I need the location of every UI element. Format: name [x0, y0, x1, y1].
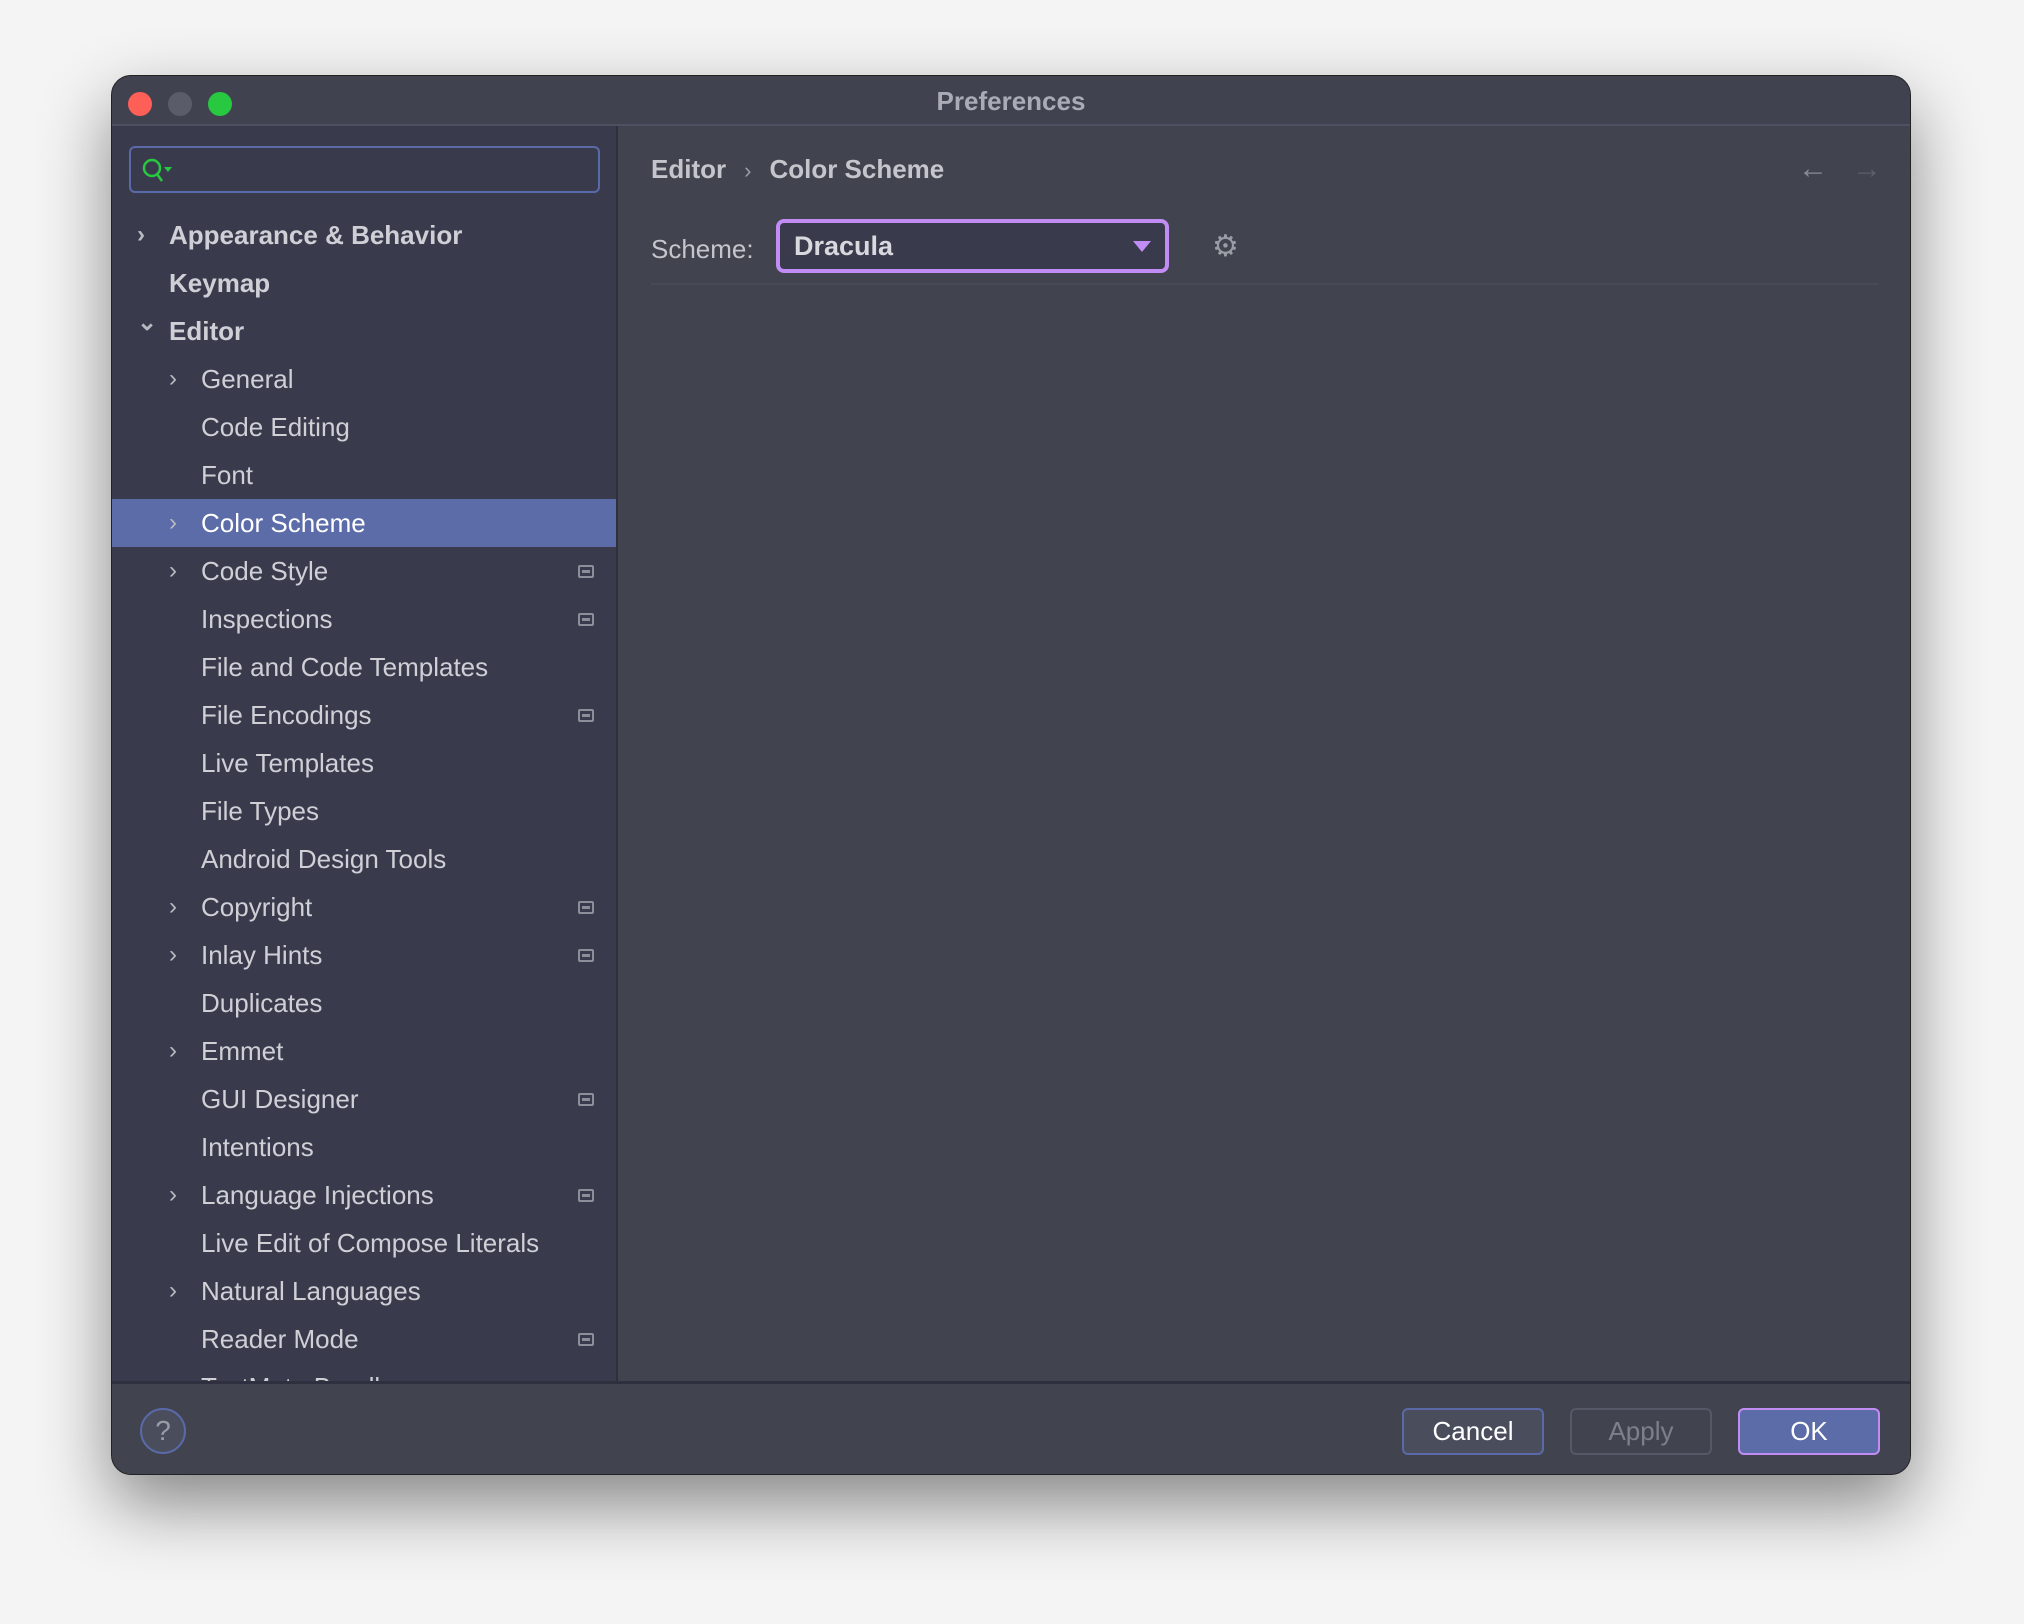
- sidebar-item-live-templates[interactable]: Live Templates: [112, 739, 616, 787]
- sidebar-item-label: Emmet: [201, 1036, 284, 1066]
- sidebar-item-label: Color Scheme: [201, 508, 366, 538]
- close-window-button[interactable]: [128, 92, 152, 116]
- sidebar-item-natural-languages[interactable]: › Natural Languages: [112, 1267, 616, 1315]
- sidebar-item-file-encodings[interactable]: File Encodings: [112, 691, 616, 739]
- sidebar-item-general[interactable]: › General: [112, 355, 616, 403]
- sidebar-item-label: Duplicates: [201, 988, 323, 1018]
- sidebar-item-label: File Encodings: [201, 700, 372, 730]
- breadcrumb-separator: ›: [744, 158, 752, 183]
- sidebar-item-label: Editor: [169, 316, 245, 346]
- sidebar-item-label: Live Edit of Compose Literals: [201, 1228, 540, 1258]
- forward-arrow-icon[interactable]: →: [1852, 152, 1882, 186]
- sidebar-item-label: Language Injections: [201, 1180, 434, 1210]
- sidebar-item-label: General: [201, 364, 294, 394]
- sidebar-item-gui-designer[interactable]: GUI Designer: [112, 1075, 616, 1123]
- project-settings-icon: [578, 1189, 594, 1202]
- sidebar-item-label: Inlay Hints: [201, 940, 323, 970]
- chevron-right-icon[interactable]: ›: [169, 931, 189, 979]
- divider: [651, 283, 1879, 285]
- chevron-right-icon[interactable]: ›: [169, 883, 189, 931]
- sidebar-item-label: TextMate Bundles: [201, 1363, 408, 1383]
- sidebar-item-label: Intentions: [201, 1132, 314, 1162]
- settings-sidebar: › Appearance & Behavior Keymap ⌄ Editor › Gene…: [112, 126, 618, 1383]
- preferences-window: Preferences › Appearance & Behavior Keymap…: [111, 75, 1911, 1475]
- chevron-down-icon: [1133, 241, 1151, 252]
- sidebar-item-label: Font: [201, 460, 254, 490]
- chevron-right-icon[interactable]: ›: [169, 1171, 189, 1219]
- sidebar-item-label: GUI Designer: [201, 1084, 359, 1114]
- ok-button[interactable]: OK: [1738, 1408, 1880, 1455]
- sidebar-item-label: Keymap: [169, 268, 271, 298]
- project-settings-icon: [578, 1333, 594, 1346]
- sidebar-item-inlay-hints[interactable]: › Inlay Hints: [112, 931, 616, 979]
- sidebar-item-file-and-code-templates[interactable]: File and Code Templates: [112, 643, 616, 691]
- sidebar-item-label: Copyright: [201, 892, 313, 922]
- cancel-button[interactable]: Cancel: [1402, 1408, 1544, 1455]
- sidebar-item-file-types[interactable]: File Types: [112, 787, 616, 835]
- breadcrumb: Editor › Color Scheme: [651, 154, 944, 185]
- sidebar-item-language-injections[interactable]: › Language Injections: [112, 1171, 616, 1219]
- sidebar-item-label: Code Editing: [201, 412, 350, 442]
- sidebar-item-appearance-behavior[interactable]: › Appearance & Behavior: [112, 211, 616, 259]
- sidebar-item-label: Appearance & Behavior: [169, 220, 463, 250]
- sidebar-item-live-edit-of-compose-literals[interactable]: Live Edit of Compose Literals: [112, 1219, 616, 1267]
- project-settings-icon: [578, 901, 594, 914]
- sidebar-item-intentions[interactable]: Intentions: [112, 1123, 616, 1171]
- sidebar-item-color-scheme[interactable]: › Color Scheme: [112, 499, 616, 547]
- breadcrumb-parent[interactable]: Editor: [651, 154, 726, 184]
- scheme-label: Scheme:: [651, 234, 754, 264]
- chevron-right-icon[interactable]: ›: [169, 355, 189, 403]
- chevron-down-icon[interactable]: ⌄: [137, 299, 157, 347]
- scheme-dropdown[interactable]: Dracula: [776, 219, 1169, 273]
- back-arrow-icon[interactable]: ←: [1798, 152, 1828, 186]
- chevron-right-icon[interactable]: ›: [169, 1027, 189, 1075]
- sidebar-item-code-style[interactable]: › Code Style: [112, 547, 616, 595]
- apply-button[interactable]: Apply: [1570, 1408, 1712, 1455]
- sidebar-item-code-editing[interactable]: Code Editing: [112, 403, 616, 451]
- search-icon[interactable]: [141, 157, 175, 185]
- project-settings-icon: [578, 613, 594, 626]
- minimize-window-button[interactable]: [168, 92, 192, 116]
- project-settings-icon: [578, 709, 594, 722]
- sidebar-item-reader-mode[interactable]: Reader Mode: [112, 1315, 616, 1363]
- scheme-value: Dracula: [794, 231, 894, 261]
- sidebar-item-label: Inspections: [201, 604, 333, 634]
- title-bar: Preferences: [112, 76, 1910, 126]
- sidebar-item-android-design-tools[interactable]: Android Design Tools: [112, 835, 616, 883]
- dialog-footer: ? Cancel Apply OK: [112, 1381, 1910, 1474]
- chevron-right-icon[interactable]: ›: [137, 211, 157, 259]
- window-title: Preferences: [936, 86, 1086, 116]
- chevron-right-icon[interactable]: ›: [169, 499, 189, 547]
- sidebar-item-emmet[interactable]: › Emmet: [112, 1027, 616, 1075]
- sidebar-item-label: Android Design Tools: [201, 844, 447, 874]
- sidebar-item-editor[interactable]: ⌄ Editor: [112, 307, 616, 355]
- help-button[interactable]: ?: [140, 1408, 186, 1454]
- chevron-right-icon[interactable]: ›: [169, 547, 189, 595]
- sidebar-item-label: Live Templates: [201, 748, 374, 778]
- project-settings-icon: [578, 949, 594, 962]
- gear-icon[interactable]: ⚙: [1212, 229, 1239, 264]
- zoom-window-button[interactable]: [208, 92, 232, 116]
- sidebar-item-label: File and Code Templates: [201, 652, 489, 682]
- sidebar-item-label: File Types: [201, 796, 320, 826]
- sidebar-item-copyright[interactable]: › Copyright: [112, 883, 616, 931]
- sidebar-item-font[interactable]: Font: [112, 451, 616, 499]
- sidebar-item-label: Natural Languages: [201, 1276, 421, 1306]
- sidebar-item-label: Code Style: [201, 556, 329, 586]
- content-panel: Editor › Color Scheme ← → Scheme: Dracula …: [618, 126, 1910, 1383]
- sidebar-item-inspections[interactable]: Inspections: [112, 595, 616, 643]
- breadcrumb-current: Color Scheme: [769, 154, 945, 184]
- project-settings-icon: [578, 1093, 594, 1106]
- search-input[interactable]: [129, 146, 600, 193]
- sidebar-item-keymap[interactable]: Keymap: [112, 259, 616, 307]
- sidebar-item-duplicates[interactable]: Duplicates: [112, 979, 616, 1027]
- chevron-right-icon[interactable]: ›: [169, 1267, 189, 1315]
- project-settings-icon: [578, 565, 594, 578]
- sidebar-item-label: Reader Mode: [201, 1324, 359, 1354]
- sidebar-item-textmate-bundles[interactable]: TextMate Bundles: [112, 1363, 616, 1383]
